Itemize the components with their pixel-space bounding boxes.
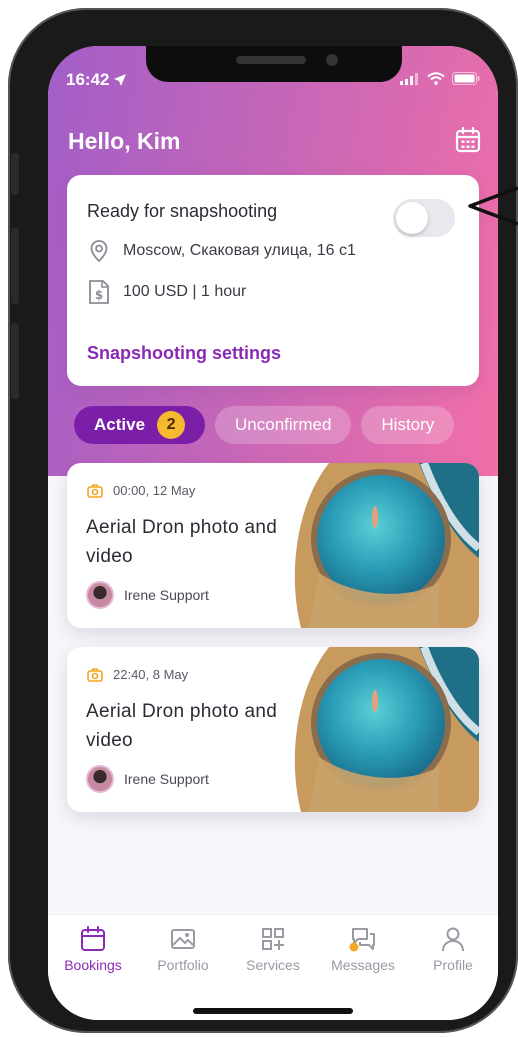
tab-active[interactable]: Active 2 bbox=[74, 406, 206, 444]
location-pin-icon bbox=[90, 240, 108, 263]
nav-services[interactable]: Services bbox=[228, 925, 318, 973]
booking-card[interactable]: 22:40, 8 May Aerial Dron photo and video… bbox=[67, 647, 479, 812]
tab-unconfirmed-label: Unconfirmed bbox=[235, 415, 332, 434]
image-icon bbox=[171, 929, 195, 949]
booking-photo-image bbox=[294, 463, 479, 628]
location-row: Moscow, Скаковая улица, 16 с1 bbox=[87, 239, 356, 263]
booking-user-name: Irene Support bbox=[124, 587, 209, 603]
status-bar-icons bbox=[400, 72, 480, 85]
speaker bbox=[236, 56, 306, 64]
volume-down-button bbox=[11, 323, 19, 399]
status-bar-time: 16:42 bbox=[66, 70, 127, 90]
front-camera bbox=[326, 54, 338, 66]
snapshot-title: Ready for snapshooting bbox=[87, 201, 278, 221]
booking-tabs: Active 2 Unconfirmed History bbox=[74, 406, 455, 444]
location-arrow-icon bbox=[114, 74, 127, 86]
chat-icon bbox=[349, 928, 375, 952]
nav-portfolio-label: Portfolio bbox=[157, 957, 209, 973]
notch bbox=[146, 46, 402, 82]
phone-frame: 16:42 Hello, Kim Ready for snapshooting … bbox=[8, 8, 518, 1033]
camera-icon bbox=[87, 483, 103, 498]
bottom-navigation: Bookings Portfolio Services Messages Pro… bbox=[48, 914, 498, 1020]
tab-active-count-badge: 2 bbox=[157, 411, 186, 439]
annotation-arrow-icon bbox=[468, 186, 518, 226]
booking-user: Irene Support bbox=[86, 581, 209, 609]
nav-bookings-label: Bookings bbox=[64, 957, 122, 973]
tab-history-label: History bbox=[381, 415, 435, 434]
wifi-icon bbox=[427, 72, 445, 85]
booking-datetime-text: 00:00, 12 May bbox=[113, 483, 196, 498]
toggle-knob bbox=[396, 202, 428, 234]
tab-history[interactable]: History bbox=[361, 406, 455, 444]
greeting-title: Hello, Kim bbox=[68, 128, 181, 154]
booking-datetime: 22:40, 8 May bbox=[87, 667, 188, 682]
app-screen: 16:42 Hello, Kim Ready for snapshooting … bbox=[48, 46, 498, 1020]
status-time-text: 16:42 bbox=[66, 70, 110, 89]
snapshot-card: Ready for snapshooting Moscow, Скаковая … bbox=[67, 175, 479, 386]
silent-switch bbox=[11, 153, 19, 195]
tab-active-label: Active bbox=[94, 415, 146, 434]
booking-title: Aerial Dron photo and video bbox=[86, 517, 278, 567]
booking-user-name: Irene Support bbox=[124, 771, 209, 787]
camera-icon bbox=[87, 667, 103, 682]
avatar bbox=[86, 765, 114, 793]
nav-messages[interactable]: Messages bbox=[318, 925, 408, 973]
user-icon bbox=[442, 927, 464, 952]
calendar-icon bbox=[81, 926, 105, 951]
avatar bbox=[86, 581, 114, 609]
nav-messages-label: Messages bbox=[331, 957, 395, 973]
grid-plus-icon bbox=[262, 928, 284, 950]
battery-icon bbox=[452, 72, 480, 85]
signal-icon bbox=[400, 72, 418, 85]
booking-datetime: 00:00, 12 May bbox=[87, 483, 195, 498]
nav-services-label: Services bbox=[246, 957, 300, 973]
calendar-icon[interactable] bbox=[454, 126, 482, 154]
svg-text:$: $ bbox=[95, 288, 103, 302]
booking-datetime-text: 22:40, 8 May bbox=[113, 667, 189, 682]
nav-portfolio[interactable]: Portfolio bbox=[138, 925, 228, 973]
price-tag-icon: $ bbox=[89, 280, 109, 304]
booking-user: Irene Support bbox=[86, 765, 209, 793]
booking-photo-image bbox=[294, 647, 479, 812]
snapshot-settings-link[interactable]: Snapshooting settings bbox=[87, 343, 281, 364]
booking-title: Aerial Dron photo and video bbox=[86, 701, 278, 751]
home-indicator[interactable] bbox=[193, 1008, 353, 1014]
booking-card[interactable]: 00:00, 12 May Aerial Dron photo and vide… bbox=[67, 463, 479, 628]
price-row: $ 100 USD | 1 hour bbox=[87, 279, 246, 305]
nav-bookings[interactable]: Bookings bbox=[48, 925, 138, 973]
volume-up-button bbox=[11, 228, 19, 304]
price-text: 100 USD | 1 hour bbox=[123, 283, 247, 300]
nav-profile[interactable]: Profile bbox=[408, 925, 498, 973]
notification-dot bbox=[349, 942, 359, 952]
tab-unconfirmed[interactable]: Unconfirmed bbox=[215, 406, 352, 444]
nav-profile-label: Profile bbox=[433, 957, 473, 973]
location-text: Moscow, Скаковая улица, 16 с1 bbox=[123, 242, 356, 259]
snapshot-toggle[interactable] bbox=[393, 199, 455, 237]
